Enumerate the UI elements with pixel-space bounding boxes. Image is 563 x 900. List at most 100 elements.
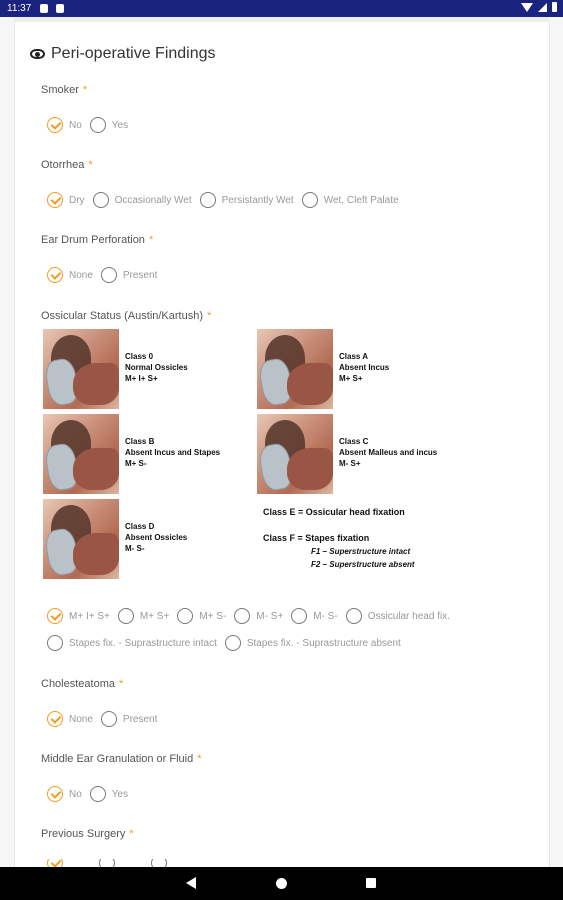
option-label: None <box>69 269 93 281</box>
eye-icon <box>30 49 45 59</box>
radio-checked-icon[interactable] <box>47 192 63 208</box>
signal-icon <box>538 2 547 12</box>
ossicular-option-4[interactable]: M- S+ <box>234 608 283 624</box>
radio-icon[interactable] <box>117 608 134 624</box>
status-time: 11:37 <box>7 3 32 14</box>
option-label: Stapes fix. - Suprastructure intact <box>69 637 217 649</box>
option-label: Present <box>122 713 158 725</box>
granulation-label: Middle Ear Granulation or Fluid * <box>41 753 202 765</box>
ossicular-option-8[interactable]: Stapes fix. - Suprastructure absent <box>224 635 401 651</box>
radio-icon[interactable] <box>100 711 117 727</box>
previous-surgery-option-2[interactable] <box>99 859 121 867</box>
perforation-option-none[interactable]: None <box>47 267 93 283</box>
granulation-options: No Yes <box>47 786 136 802</box>
option-label: Wet, Cleft Palate <box>323 194 399 206</box>
granulation-option-yes[interactable]: Yes <box>89 786 128 802</box>
perforation-label-text: Ear Drum Perforation <box>41 234 145 246</box>
ear-illustration-class-0 <box>43 329 119 409</box>
required-asterisk: * <box>82 84 88 96</box>
cholesteatoma-option-none[interactable]: None <box>47 711 93 727</box>
otorrhea-option-wet-cleft[interactable]: Wet, Cleft Palate <box>301 192 399 208</box>
previous-surgery-option-1[interactable] <box>47 859 69 867</box>
radio-icon[interactable] <box>345 608 362 624</box>
ossicular-option-5[interactable]: M- S- <box>291 608 338 624</box>
home-icon[interactable] <box>276 878 287 889</box>
perforation-option-present[interactable]: Present <box>100 267 158 283</box>
radio-icon[interactable] <box>99 859 115 867</box>
radio-icon[interactable] <box>47 635 63 651</box>
option-label: M+ I+ S+ <box>69 610 110 622</box>
smoker-option-yes[interactable]: Yes <box>89 117 129 133</box>
radio-checked-icon[interactable] <box>47 267 63 283</box>
radio-icon[interactable] <box>89 786 106 802</box>
granulation-label-text: Middle Ear Granulation or Fluid <box>41 753 194 765</box>
radio-icon[interactable] <box>224 635 241 651</box>
otorrhea-option-dry[interactable]: Dry <box>47 192 85 208</box>
class-d-caption: Class D Absent Ossicles M- S- <box>125 522 188 553</box>
radio-icon[interactable] <box>199 192 216 208</box>
ossicular-option-7[interactable]: Stapes fix. - Suprastructure intact <box>47 635 217 651</box>
radio-checked-icon[interactable] <box>47 859 63 867</box>
ossicular-options-row2: Stapes fix. - Suprastructure intact Stap… <box>47 635 409 651</box>
f1-caption: F1 – Superstructure intact <box>311 547 411 556</box>
previous-surgery-label: Previous Surgery * <box>41 828 134 840</box>
ear-illustration-class-a <box>257 329 333 409</box>
back-icon[interactable] <box>186 877 196 889</box>
option-label: Present <box>122 269 158 281</box>
radio-icon[interactable] <box>89 117 106 133</box>
ear-illustration-class-d <box>43 499 119 579</box>
otorrhea-option-occasionally-wet[interactable]: Occasionally Wet <box>92 192 192 208</box>
f2-caption: F2 – Superstructure absent <box>311 560 415 569</box>
ossicular-option-2[interactable]: M+ S+ <box>117 608 170 624</box>
radio-checked-icon[interactable] <box>47 608 63 624</box>
radio-checked-icon[interactable] <box>47 786 63 802</box>
section-title: Peri-operative Findings <box>51 45 216 62</box>
option-label: No <box>69 119 82 131</box>
radio-icon[interactable] <box>291 608 308 624</box>
class-f-caption: Class F = Stapes fixation <box>263 533 370 543</box>
required-asterisk: * <box>148 234 154 246</box>
previous-surgery-options <box>47 859 181 867</box>
ossicular-classification-figure: Class 0 Normal Ossicles M+ I+ S+ Class A… <box>43 329 473 582</box>
ear-illustration-class-b <box>43 414 119 494</box>
cholesteatoma-option-present[interactable]: Present <box>100 711 158 727</box>
option-label: Occasionally Wet <box>114 194 192 206</box>
ossicular-option-6[interactable]: Ossicular head fix. <box>345 608 450 624</box>
cholesteatoma-label: Cholesteatoma * <box>41 678 123 690</box>
radio-icon[interactable] <box>92 192 109 208</box>
ossicular-option-1[interactable]: M+ I+ S+ <box>47 608 110 624</box>
previous-surgery-label-text: Previous Surgery <box>41 828 126 840</box>
option-label: M+ S+ <box>139 610 170 622</box>
radio-icon[interactable] <box>301 192 318 208</box>
smoker-label-text: Smoker <box>41 84 79 96</box>
option-label: Yes <box>111 119 129 131</box>
radio-checked-icon[interactable] <box>47 711 63 727</box>
option-label: Ossicular head fix. <box>367 610 450 622</box>
granulation-option-no[interactable]: No <box>47 786 82 802</box>
option-label: M- S+ <box>256 610 284 622</box>
recent-apps-icon[interactable] <box>366 878 376 888</box>
radio-icon[interactable] <box>177 608 194 624</box>
radio-icon[interactable] <box>234 608 251 624</box>
radio-icon[interactable] <box>151 859 167 867</box>
option-label: Persistantly Wet <box>221 194 294 206</box>
class-b-caption: Class B Absent Incus and Stapes M+ S- <box>125 437 221 468</box>
required-asterisk: * <box>207 310 212 322</box>
smoker-label: Smoker * <box>41 84 87 96</box>
right-gutter <box>549 17 563 867</box>
perforation-options: None Present <box>47 267 165 283</box>
otorrhea-option-persistantly-wet[interactable]: Persistantly Wet <box>199 192 294 208</box>
smoker-option-no[interactable]: No <box>47 117 82 133</box>
previous-surgery-option-3[interactable] <box>151 859 173 867</box>
ossicular-options-row1: M+ I+ S+ M+ S+ M+ S- M- S+ M- S- Ossicul… <box>47 608 458 624</box>
class-a-caption: Class A Absent Incus M+ S+ <box>339 352 390 383</box>
section-header: Peri-operative Findings <box>30 45 216 63</box>
otorrhea-label-text: Otorrhea <box>41 159 85 171</box>
radio-checked-icon[interactable] <box>47 117 63 133</box>
ossicular-label-text: Ossicular Status (Austin/Kartush) <box>41 310 204 322</box>
ossicular-option-3[interactable]: M+ S- <box>177 608 226 624</box>
option-label: No <box>69 788 82 800</box>
radio-icon[interactable] <box>100 267 117 283</box>
battery-icon <box>552 2 557 12</box>
left-gutter <box>0 17 14 867</box>
